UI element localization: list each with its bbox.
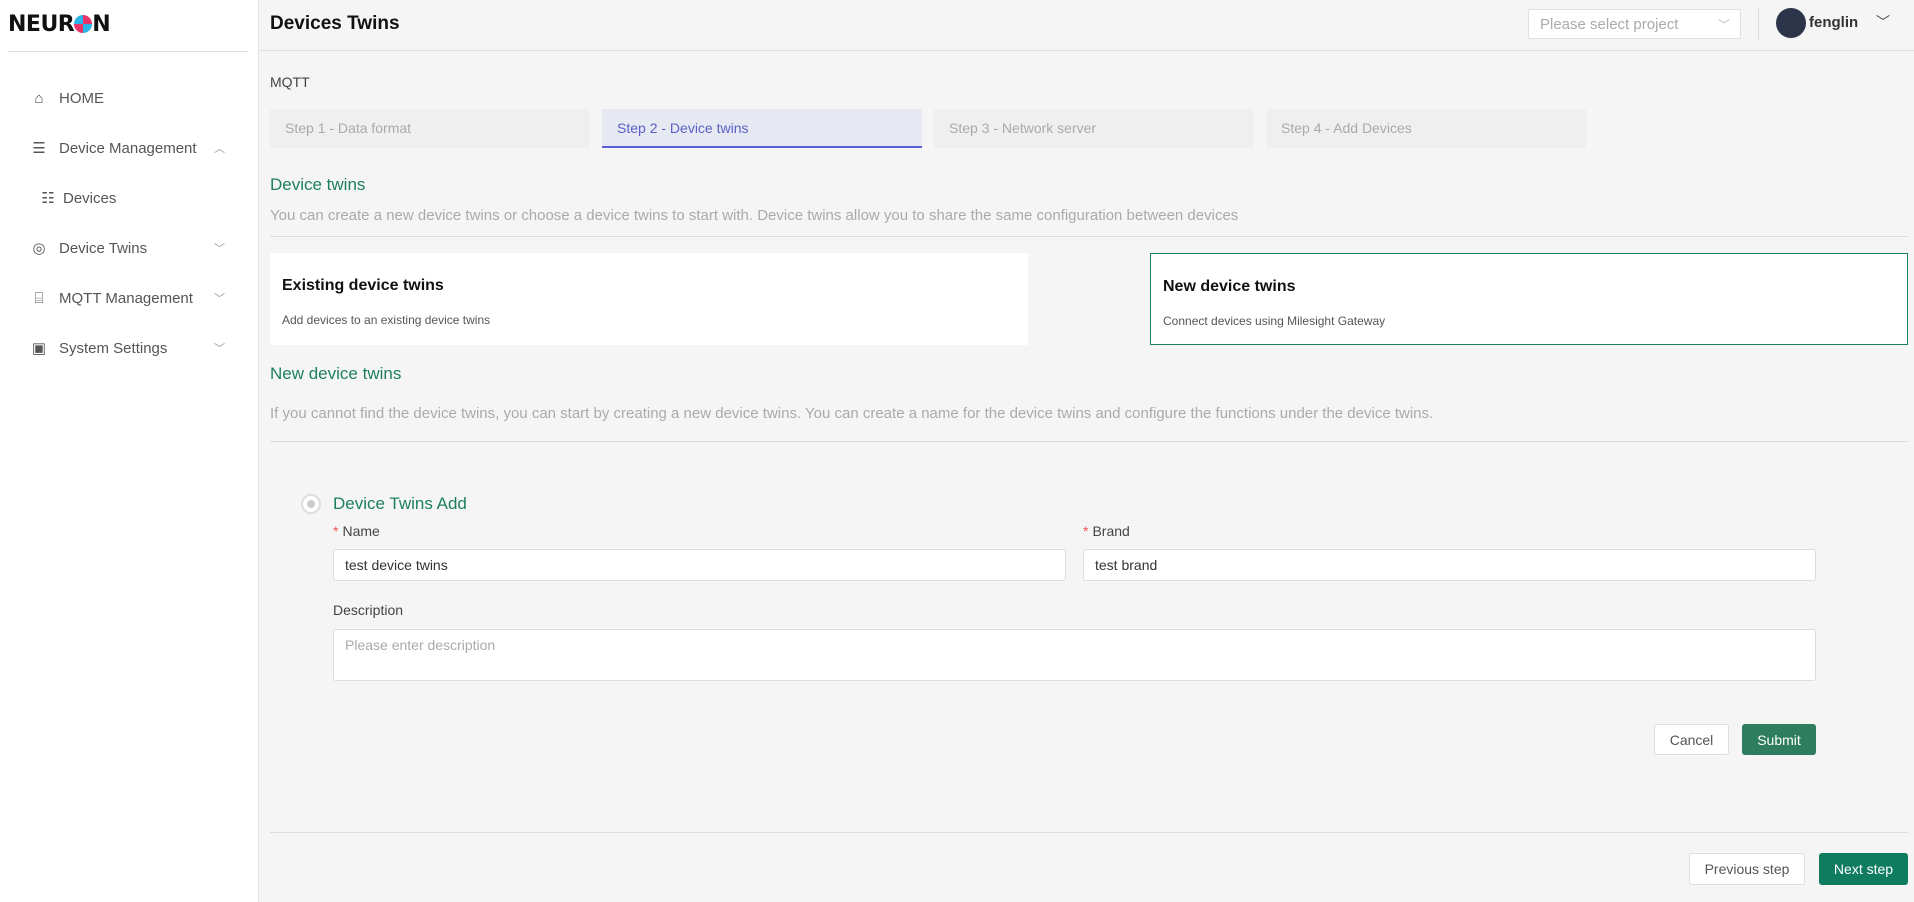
page-title: Devices Twins [270,13,400,34]
monitor-icon: ▣ [31,340,47,357]
user-menu-chevron-icon[interactable]: ﹀ [1876,12,1890,32]
brand-label: * Brand [1083,523,1130,539]
server-icon: ☰ [32,140,46,157]
brand-input[interactable]: test brand [1083,549,1816,581]
radio-dot [307,500,315,508]
home-icon: ⌂ [34,89,44,107]
sidebar-item-system-settings[interactable]: ▣ System Settings ﹀ [0,333,259,363]
divider [270,441,1908,442]
devices-icon: ☷ [41,190,55,207]
card-subtitle: Add devices to an existing device twins [282,313,491,327]
breadcrumb: MQTT [270,74,310,90]
avatar[interactable] [1776,8,1806,38]
step-4-tab[interactable]: Step 4 - Add Devices [1266,109,1586,148]
username[interactable]: fenglin [1809,14,1858,31]
step-2-tab[interactable]: Step 2 - Device twins [602,109,922,148]
section-description: You can create a new device twins or cho… [270,207,1239,224]
required-mark: * [1083,523,1089,539]
label-text: Name [342,523,380,539]
sidebar-item-label: System Settings [59,339,168,357]
sidebar-item-home[interactable]: ⌂ HOME [0,83,259,113]
radio-icon[interactable] [301,494,321,514]
router-icon: ⌸ [34,289,44,307]
sidebar-item-label: HOME [59,89,104,107]
label-text: Brand [1092,523,1130,539]
logo-snowflake-icon [74,15,93,33]
divider [1758,8,1759,40]
chevron-down-icon: ﹀ [214,293,225,305]
project-select[interactable]: Please select project ﹀ [1528,9,1741,39]
existing-device-twins-card[interactable]: Existing device twins Add devices to an … [270,253,1028,345]
sidebar-item-label: Devices [63,189,117,207]
project-select-placeholder: Please select project [1540,16,1679,33]
sidebar-item-devices[interactable]: ☷ Devices [0,183,259,213]
form-title: Device Twins Add [333,494,467,513]
submit-button[interactable]: Submit [1742,724,1816,755]
card-title: New device twins [1163,278,1296,295]
device-twins-icon: ◎ [32,240,46,257]
sidebar: NEUR N ⌂ HOME ☰ Device Management ︿ ☷ Devices… [0,0,259,902]
new-device-twins-card[interactable]: New device twins Connect devices using M… [1150,253,1908,345]
sidebar-item-mqtt-management[interactable]: ⌸ MQTT Management ﹀ [0,283,259,313]
chevron-down-icon: ﹀ [214,243,225,255]
card-title: Existing device twins [282,277,444,294]
chevron-down-icon: ﹀ [214,343,225,355]
divider [270,236,1908,237]
sidebar-item-device-management[interactable]: ☰ Device Management ︿ [0,133,259,163]
sidebar-item-label: MQTT Management [59,289,193,307]
divider [8,51,248,52]
description-textarea[interactable]: Please enter description [333,629,1816,681]
logo-text: N [92,12,111,37]
previous-step-button[interactable]: Previous step [1689,853,1805,885]
sidebar-item-label: Device Twins [59,239,148,257]
required-mark: * [333,523,339,539]
step-3-tab[interactable]: Step 3 - Network server [934,109,1254,148]
sidebar-item-device-twins[interactable]: ◎ Device Twins ﹀ [0,233,259,263]
cancel-button[interactable]: Cancel [1654,724,1729,755]
next-step-button[interactable]: Next step [1819,853,1908,885]
name-input[interactable]: test device twins [333,549,1066,581]
section-description: If you cannot find the device twins, you… [270,405,1434,422]
name-label: * Name [333,523,380,539]
sidebar-item-label: Device Management [59,139,197,157]
card-subtitle: Connect devices using Milesight Gateway [1163,314,1386,328]
section-title: New device twins [270,364,402,383]
section-title: Device twins [270,175,366,194]
chevron-down-icon: ﹀ [1717,18,1730,32]
step-1-tab[interactable]: Step 1 - Data format [270,109,590,148]
neuron-logo[interactable]: NEUR N [8,12,111,37]
description-label: Description [333,602,404,618]
logo-text: NEUR [8,12,75,37]
chevron-up-icon: ︿ [214,143,225,155]
divider [270,832,1908,833]
